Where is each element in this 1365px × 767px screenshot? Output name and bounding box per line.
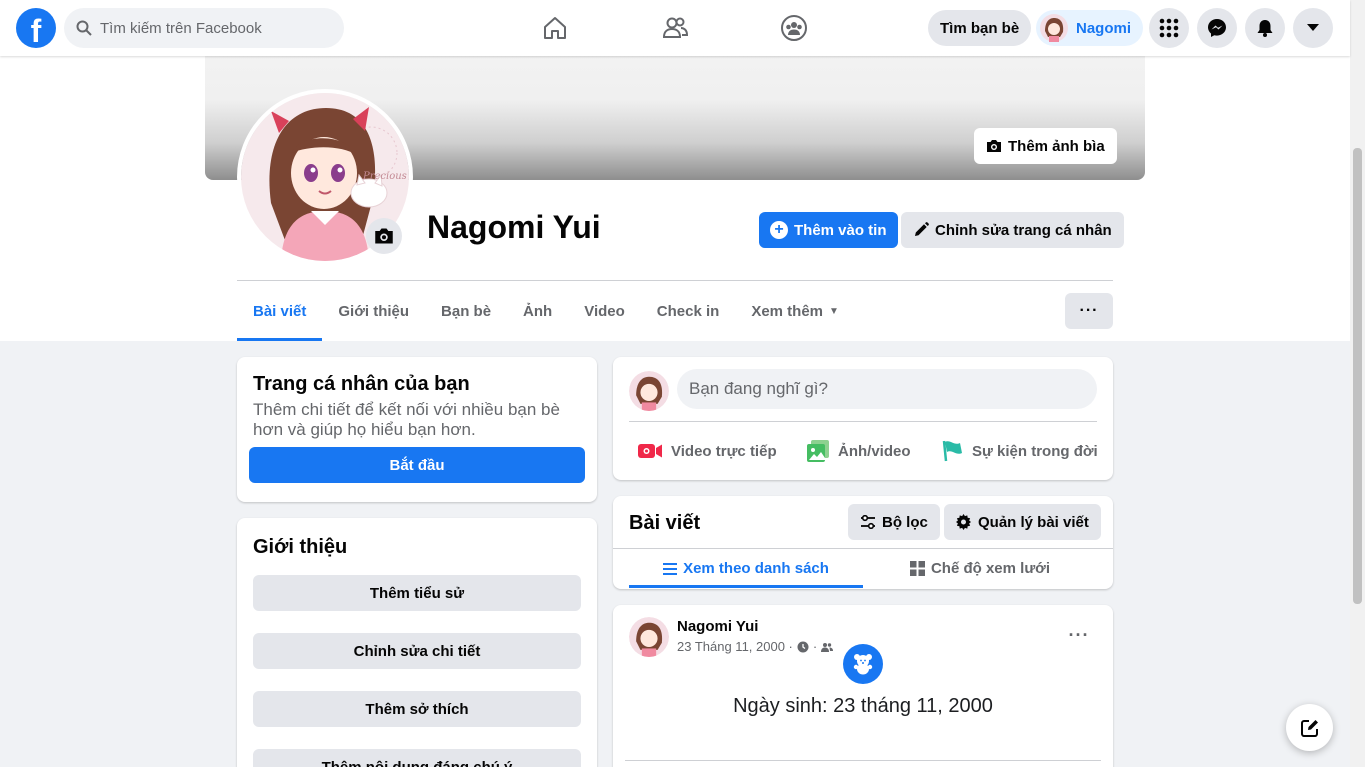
profile-tabs: Bài viết Giới thiệu Bạn bè Ảnh Video Che…: [237, 282, 855, 341]
profile-more-options-button[interactable]: ···: [1065, 293, 1113, 329]
tab-about[interactable]: Giới thiệu: [322, 282, 425, 341]
groups-icon[interactable]: [774, 8, 814, 48]
caret-down-icon: [1307, 24, 1319, 31]
profile-header: Thêm ảnh bìa Precious Nagomi Yui + Thêm …: [0, 56, 1350, 341]
manage-posts-button[interactable]: Quản lý bài viết: [944, 504, 1101, 540]
add-cover-photo-button[interactable]: Thêm ảnh bìa: [974, 128, 1117, 164]
post-date[interactable]: 23 Tháng 11, 2000 ·: [677, 639, 793, 654]
tab-grid-view[interactable]: Chế độ xem lưới: [863, 549, 1097, 588]
account-button[interactable]: [1293, 8, 1333, 48]
profile-completion-title: Trang cá nhân của bạn: [253, 373, 470, 395]
add-cover-photo-label: Thêm ảnh bìa: [1008, 137, 1105, 155]
edit-profile-button[interactable]: Chỉnh sửa trang cá nhân: [901, 212, 1124, 248]
tab-check-ins[interactable]: Check in: [641, 282, 736, 341]
life-event-button[interactable]: Sự kiện trong đời: [940, 437, 1098, 465]
get-started-button[interactable]: Bắt đầu: [249, 447, 585, 483]
compose-icon: [1300, 719, 1318, 737]
life-event-label: Sự kiện trong đời: [972, 442, 1098, 460]
tab-posts[interactable]: Bài viết: [237, 282, 323, 341]
add-to-story-button[interactable]: + Thêm vào tin: [759, 212, 898, 248]
post: Nagomi Yui 23 Tháng 11, 2000 · · ··· Ngà…: [613, 605, 1113, 767]
facebook-logo[interactable]: f: [16, 8, 56, 48]
camera-icon: [375, 228, 393, 244]
page-scrollbar[interactable]: [1350, 0, 1365, 767]
intro-card: Giới thiệu Thêm tiểu sử Chỉnh sửa chi ti…: [237, 518, 597, 767]
post-composer: Bạn đang nghĩ gì? Video trực tiếp Ảnh/vi…: [613, 357, 1113, 480]
caret-down-icon: ▼: [829, 306, 839, 317]
clock-icon: [797, 641, 809, 652]
post-divider: [625, 760, 1101, 761]
tab-photos[interactable]: Ảnh: [507, 282, 568, 341]
photo-video-label: Ảnh/video: [838, 442, 911, 460]
birthday-bear-icon: [843, 644, 883, 684]
svg-text:Precious: Precious: [362, 171, 407, 182]
gear-icon: [956, 514, 972, 530]
profile-completion-description: Thêm chi tiết để kết nối với nhiều bạn b…: [253, 400, 560, 439]
photo-icon: [807, 440, 829, 462]
header-divider: [237, 280, 1113, 281]
tab-more[interactable]: Xem thêm ▼: [735, 282, 855, 341]
list-icon: [663, 562, 678, 575]
search-icon: [76, 20, 92, 36]
photo-video-button[interactable]: Ảnh/video: [806, 437, 911, 465]
profile-name: Nagomi Yui: [427, 209, 601, 245]
add-bio-button[interactable]: Thêm tiểu sử: [253, 575, 581, 611]
posts-header-card: Bài viết Bộ lọc Quản lý bài viết Xem the…: [613, 496, 1113, 589]
notifications-button[interactable]: [1245, 8, 1285, 48]
search-box[interactable]: [64, 8, 344, 48]
profile-shortcut[interactable]: Nagomi: [1036, 10, 1144, 46]
live-video-button[interactable]: Video trực tiếp: [637, 437, 777, 465]
new-message-button[interactable]: [1286, 704, 1333, 751]
messenger-icon: [1208, 19, 1226, 37]
avatar: [629, 371, 669, 411]
menu-button[interactable]: [1149, 8, 1189, 48]
tab-list-view[interactable]: Xem theo danh sách: [629, 549, 863, 588]
grid-view-label: Chế độ xem lưới: [930, 560, 1051, 577]
add-hobbies-button[interactable]: Thêm sở thích: [253, 691, 581, 727]
find-friends-button[interactable]: Tìm bạn bè: [928, 10, 1032, 46]
profile-completion-card: Trang cá nhân của bạn Thêm chi tiết để k…: [237, 357, 597, 502]
avatar[interactable]: [629, 617, 669, 657]
search-input[interactable]: [100, 19, 320, 37]
top-navigation-bar: f Tìm bạn bè Nagomi: [0, 0, 1350, 56]
grid-icon: [909, 561, 925, 576]
post-options-button[interactable]: ···: [1061, 617, 1097, 653]
grid-menu-icon: [1159, 18, 1179, 38]
live-video-icon: [638, 444, 662, 458]
scrollbar-thumb[interactable]: [1353, 148, 1362, 604]
whats-on-your-mind-input[interactable]: Bạn đang nghĩ gì?: [677, 369, 1097, 409]
filter-label: Bộ lọc: [882, 513, 928, 531]
filter-icon: [861, 515, 875, 529]
messenger-button[interactable]: [1197, 8, 1237, 48]
post-author[interactable]: Nagomi Yui: [677, 618, 758, 635]
plus-icon: +: [770, 221, 788, 239]
tab-friends[interactable]: Bạn bè: [425, 282, 507, 341]
posts-title: Bài viết: [629, 512, 701, 534]
add-featured-button[interactable]: Thêm nội dung đáng chú ý: [253, 749, 581, 767]
pencil-icon: [915, 222, 929, 236]
birthday-text: Ngày sinh: 23 tháng 11, 2000: [733, 695, 993, 717]
add-to-story-label: Thêm vào tin: [794, 221, 887, 239]
friends-icon[interactable]: [655, 8, 695, 48]
tab-videos[interactable]: Video: [568, 282, 641, 341]
edit-details-button[interactable]: Chỉnh sửa chi tiết: [253, 633, 581, 669]
post-meta: 23 Tháng 11, 2000 · ·: [677, 639, 834, 654]
flag-icon: [942, 440, 962, 462]
meta-separator: ·: [812, 639, 818, 654]
update-profile-picture-button[interactable]: [366, 218, 402, 254]
avatar: [1040, 14, 1068, 42]
friends-audience-icon: [821, 642, 834, 652]
manage-posts-label: Quản lý bài viết: [978, 513, 1089, 531]
intro-title: Giới thiệu: [253, 536, 348, 558]
home-icon[interactable]: [535, 8, 575, 48]
filter-button[interactable]: Bộ lọc: [848, 504, 940, 540]
edit-profile-label: Chỉnh sửa trang cá nhân: [935, 221, 1112, 239]
live-video-label: Video trực tiếp: [671, 442, 777, 460]
composer-divider: [629, 421, 1097, 422]
tab-more-label: Xem thêm: [751, 303, 824, 320]
bell-icon: [1257, 20, 1273, 37]
profile-shortcut-label: Nagomi: [1076, 19, 1132, 37]
list-view-label: Xem theo danh sách: [683, 560, 829, 577]
camera-icon: [987, 140, 1001, 152]
